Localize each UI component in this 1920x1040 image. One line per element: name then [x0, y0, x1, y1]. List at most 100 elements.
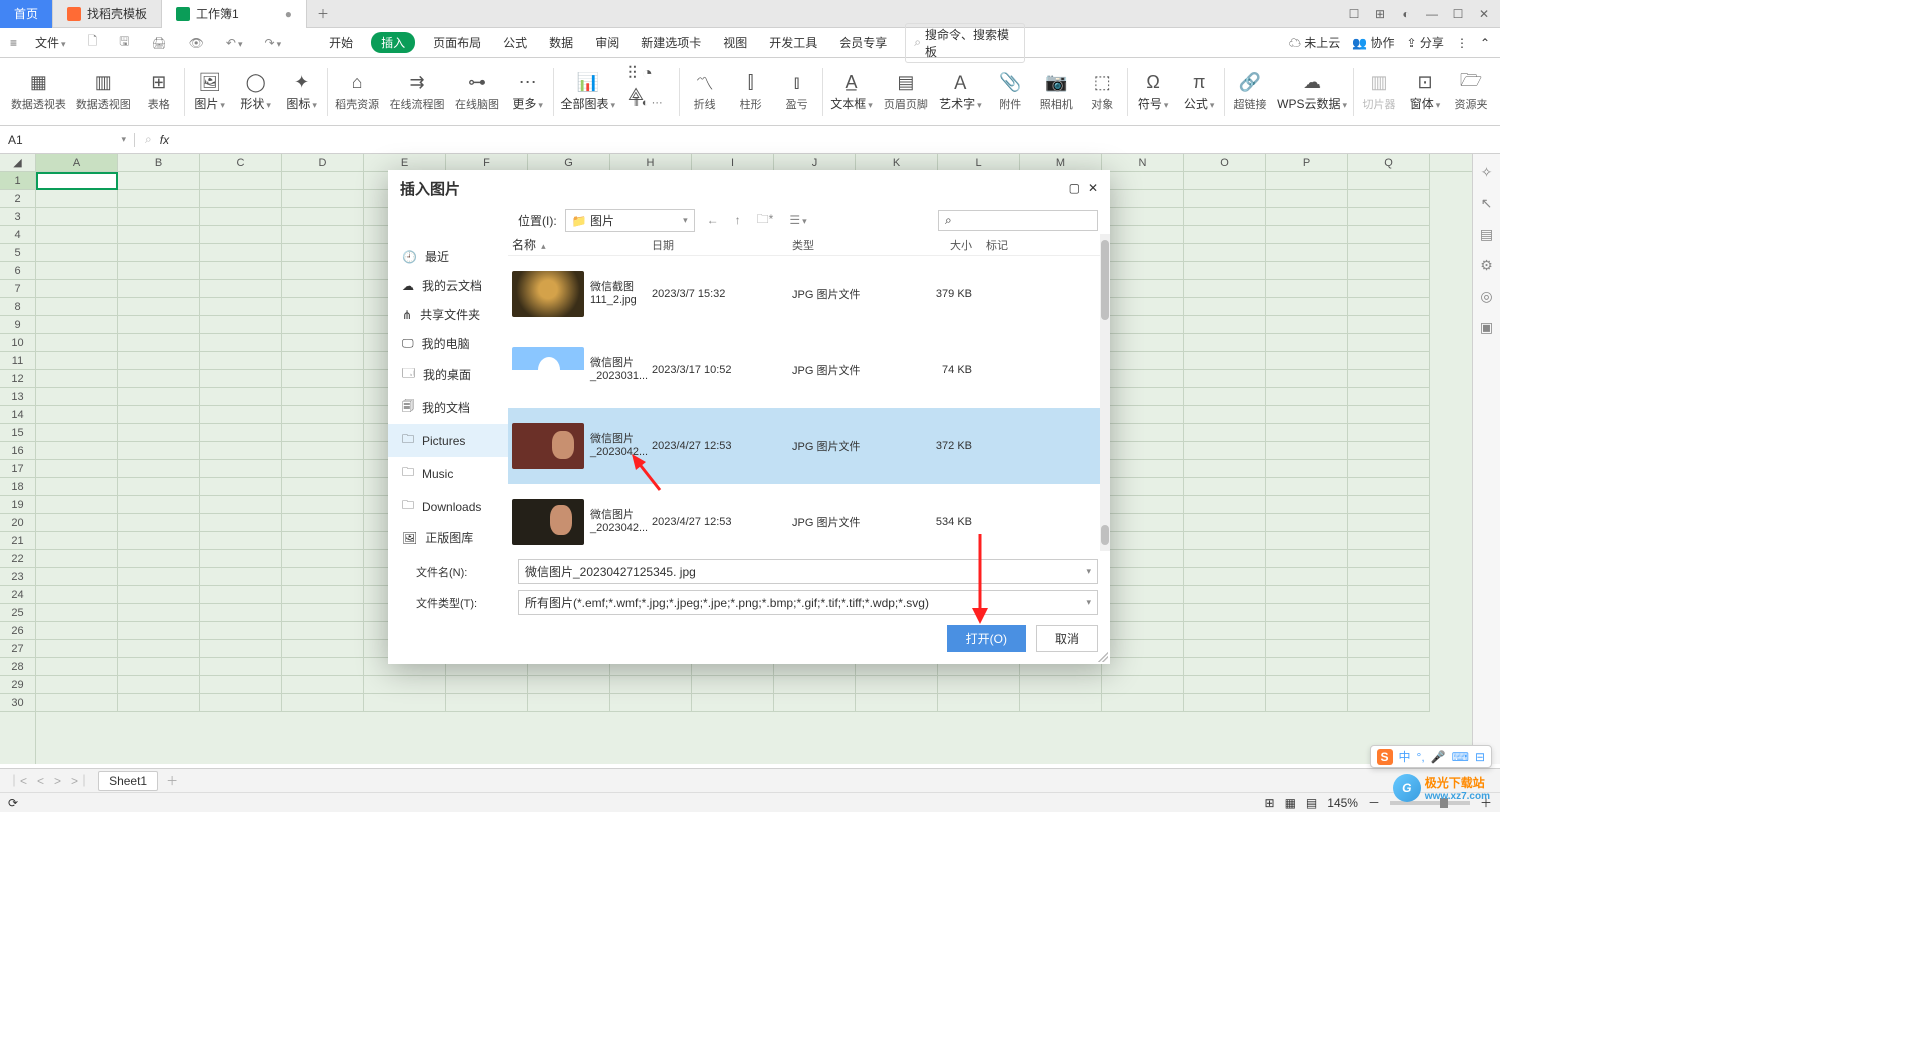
rb-pivot-chart[interactable]: ▥数据透视图 — [71, 62, 136, 122]
menu-member[interactable]: 会员专享 — [835, 32, 891, 53]
sheet-first-icon[interactable]: ｜< — [6, 772, 29, 789]
rb-table[interactable]: ⊞表格 — [136, 62, 182, 122]
side-location-icon[interactable]: ◎ — [1480, 288, 1492, 305]
col-header[interactable]: L — [938, 154, 1020, 171]
rb-pivot-table[interactable]: ▦数据透视表 — [6, 62, 71, 122]
hdr-type[interactable]: 类型 — [792, 237, 902, 253]
row-header[interactable]: 1 — [0, 172, 35, 190]
row-header[interactable]: 27 — [0, 640, 35, 658]
menu-insert[interactable]: 插入 — [371, 32, 415, 53]
menu-formula[interactable]: 公式 — [499, 32, 531, 53]
row-header[interactable]: 25 — [0, 604, 35, 622]
newfolder-icon[interactable]: 🗀* — [753, 210, 778, 231]
row-header[interactable]: 9 — [0, 316, 35, 334]
rb-camera[interactable]: 📷照相机 — [1033, 62, 1079, 122]
col-header[interactable]: D — [282, 154, 364, 171]
ime-toolbar[interactable]: S 中 °, 🎤 ⌨ ⊟ — [1370, 745, 1493, 768]
grid-icon[interactable]: ⊞ — [1368, 4, 1392, 24]
ime-lang[interactable]: 中 — [1399, 748, 1411, 765]
col-header[interactable]: I — [692, 154, 774, 171]
rb-attach[interactable]: 📎附件 — [987, 62, 1033, 122]
layout-icon[interactable]: ☐ — [1342, 4, 1366, 24]
rb-symbol[interactable]: Ω符号▾ — [1130, 62, 1176, 122]
row-header[interactable]: 16 — [0, 442, 35, 460]
close-icon[interactable]: ✕ — [1472, 4, 1496, 24]
row-header[interactable]: 14 — [0, 406, 35, 424]
side-bookmark-icon[interactable]: ▣ — [1480, 319, 1493, 336]
file-row[interactable]: 微信截图111_2.jpg2023/3/7 15:32JPG 图片文件379 K… — [508, 256, 1110, 332]
selected-cell[interactable] — [36, 172, 118, 190]
side-desktop[interactable]: 🗔我的桌面 — [388, 358, 508, 391]
sheet-add-icon[interactable]: ＋ — [164, 772, 180, 789]
save-icon[interactable]: 🖫 — [115, 32, 133, 53]
rb-sparkcol[interactable]: ⫿柱形 — [728, 62, 774, 122]
row-header[interactable]: 3 — [0, 208, 35, 226]
row-header[interactable]: 17 — [0, 460, 35, 478]
row-header[interactable]: 30 — [0, 694, 35, 712]
rb-sparkline[interactable]: 〽折线 — [682, 62, 728, 122]
sheet-last-icon[interactable]: >｜ — [69, 772, 92, 789]
user-avatar[interactable]: ◐ — [1394, 4, 1418, 24]
cancel-button[interactable]: 取消 — [1036, 625, 1098, 652]
rb-wordart[interactable]: Ａ艺术字▾ — [933, 62, 987, 122]
sheet-tab-1[interactable]: Sheet1 — [98, 771, 158, 791]
col-header[interactable]: E — [364, 154, 446, 171]
tab-add[interactable]: ＋ — [307, 5, 339, 22]
col-header[interactable]: G — [528, 154, 610, 171]
dialog-min-icon[interactable]: ▢ — [1069, 181, 1080, 195]
more-icon[interactable]: ⋮ — [1456, 36, 1468, 50]
rb-more[interactable]: ⋯更多▾ — [505, 62, 551, 122]
col-header[interactable]: A — [36, 154, 118, 171]
filename-input[interactable]: 微信图片_20230427125345. jpg▾ — [518, 559, 1098, 584]
filetype-select[interactable]: 所有图片(*.emf;*.wmf;*.jpg;*.jpeg;*.jpe;*.pn… — [518, 590, 1098, 615]
col-header[interactable]: O — [1184, 154, 1266, 171]
rb-allcharts[interactable]: 📊全部图表▾ — [555, 62, 619, 122]
zoom-level[interactable]: 145% — [1327, 796, 1358, 810]
side-magic-icon[interactable]: ✧ — [1481, 164, 1493, 181]
row-header[interactable]: 11 — [0, 352, 35, 370]
preview-icon[interactable]: 👁 — [185, 36, 208, 50]
menu-view[interactable]: 视图 — [719, 32, 751, 53]
row-header[interactable]: 6 — [0, 262, 35, 280]
menu-review[interactable]: 审阅 — [591, 32, 623, 53]
file-row[interactable]: 微信图片_2023042...2023/4/27 12:53JPG 图片文件37… — [508, 408, 1110, 484]
side-documents[interactable]: 🗐我的文档 — [388, 391, 508, 424]
coop-button[interactable]: 👥 协作 — [1352, 34, 1394, 51]
side-select-icon[interactable]: ↖ — [1481, 195, 1493, 212]
tab-workbook[interactable]: 工作簿1● — [162, 0, 307, 28]
ime-punct-icon[interactable]: °, — [1417, 750, 1425, 764]
side-cloud[interactable]: ☁我的云文档 — [388, 271, 508, 300]
row-header[interactable]: 13 — [0, 388, 35, 406]
rb-form[interactable]: ⊡窗体▾ — [1402, 62, 1448, 122]
menu-page-layout[interactable]: 页面布局 — [429, 32, 485, 53]
rb-chart-types[interactable]: ⫶⫶ ◔ ⟁⫴ ◐ ⋯ — [620, 62, 677, 122]
rb-wpscloud[interactable]: ☁WPS云数据▾ — [1273, 62, 1351, 122]
side-downloads[interactable]: 🗀Downloads — [388, 490, 508, 523]
hdr-tag[interactable]: 标记 — [972, 237, 1032, 253]
tab-template[interactable]: 找稻壳模板 — [53, 0, 162, 28]
col-header[interactable]: N — [1102, 154, 1184, 171]
view-page-icon[interactable]: ▦ — [1285, 796, 1296, 810]
sheet-prev-icon[interactable]: < — [35, 774, 46, 788]
rb-equation[interactable]: π公式▾ — [1176, 62, 1222, 122]
name-box[interactable]: A1▾ — [0, 133, 135, 147]
print-icon[interactable]: 🖨 — [147, 36, 170, 50]
col-header[interactable]: H — [610, 154, 692, 171]
ime-settings-icon[interactable]: ⊟ — [1475, 750, 1485, 764]
menu-data[interactable]: 数据 — [545, 32, 577, 53]
menu-start[interactable]: 开始 — [325, 32, 357, 53]
col-header[interactable]: C — [200, 154, 282, 171]
file-row[interactable]: 微信图片_2023042...2023/4/27 12:53JPG 图片文件53… — [508, 484, 1110, 551]
rb-hyperlink[interactable]: 🔗超链接 — [1227, 62, 1273, 122]
location-select[interactable]: 📁 图片▾ — [565, 209, 695, 232]
col-header[interactable]: F — [446, 154, 528, 171]
menu-dev[interactable]: 开发工具 — [765, 32, 821, 53]
row-header[interactable]: 20 — [0, 514, 35, 532]
row-header[interactable]: 15 — [0, 424, 35, 442]
redo-icon[interactable]: ↷▾ — [261, 36, 286, 50]
minimize-icon[interactable]: — — [1420, 4, 1444, 24]
hdr-date[interactable]: 日期 — [652, 237, 792, 253]
side-music[interactable]: 🗀Music — [388, 457, 508, 490]
hdr-name[interactable]: 名称 ▴ — [512, 236, 652, 253]
side-recent[interactable]: 🕘最近 — [388, 242, 508, 271]
